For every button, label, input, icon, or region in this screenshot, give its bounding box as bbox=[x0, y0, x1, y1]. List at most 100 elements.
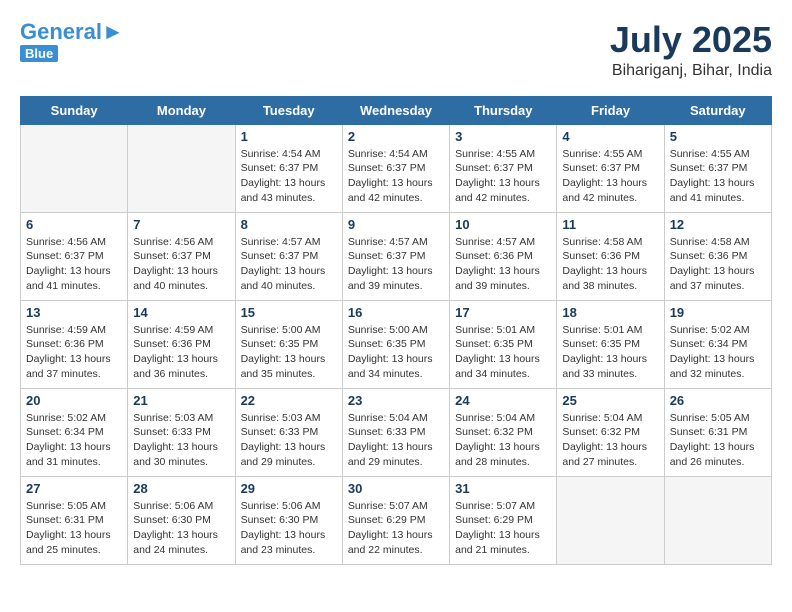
day-number: 7 bbox=[133, 217, 229, 232]
day-cell: 21 Sunrise: 5:03 AMSunset: 6:33 PMDayligh… bbox=[128, 388, 235, 476]
day-cell: 10 Sunrise: 4:57 AMSunset: 6:36 PMDayligh… bbox=[450, 212, 557, 300]
day-info: Sunrise: 5:07 AMSunset: 6:29 PMDaylight:… bbox=[455, 499, 551, 558]
col-header-tuesday: Tuesday bbox=[235, 96, 342, 124]
day-info: Sunrise: 5:05 AMSunset: 6:31 PMDaylight:… bbox=[26, 499, 122, 558]
logo-general: General bbox=[20, 19, 102, 44]
day-cell: 11 Sunrise: 4:58 AMSunset: 6:36 PMDayligh… bbox=[557, 212, 664, 300]
day-info: Sunrise: 4:56 AMSunset: 6:37 PMDaylight:… bbox=[133, 235, 229, 294]
day-info: Sunrise: 5:05 AMSunset: 6:31 PMDaylight:… bbox=[670, 411, 766, 470]
day-number: 30 bbox=[348, 481, 444, 496]
col-header-monday: Monday bbox=[128, 96, 235, 124]
day-cell bbox=[21, 124, 128, 212]
day-info: Sunrise: 5:04 AMSunset: 6:33 PMDaylight:… bbox=[348, 411, 444, 470]
day-number: 4 bbox=[562, 129, 658, 144]
day-number: 6 bbox=[26, 217, 122, 232]
day-number: 2 bbox=[348, 129, 444, 144]
day-number: 23 bbox=[348, 393, 444, 408]
day-number: 19 bbox=[670, 305, 766, 320]
day-cell: 25 Sunrise: 5:04 AMSunset: 6:32 PMDayligh… bbox=[557, 388, 664, 476]
day-cell: 24 Sunrise: 5:04 AMSunset: 6:32 PMDayligh… bbox=[450, 388, 557, 476]
day-cell: 29 Sunrise: 5:06 AMSunset: 6:30 PMDayligh… bbox=[235, 476, 342, 564]
day-info: Sunrise: 5:00 AMSunset: 6:35 PMDaylight:… bbox=[241, 323, 337, 382]
day-cell: 18Sunrise: 5:01 AMSunset: 6:35 PMDayligh… bbox=[557, 300, 664, 388]
day-info: Sunrise: 4:58 AMSunset: 6:36 PMDaylight:… bbox=[670, 235, 766, 294]
logo-blue-text: ► bbox=[102, 19, 124, 44]
col-header-sunday: Sunday bbox=[21, 96, 128, 124]
day-cell: 1Sunrise: 4:54 AMSunset: 6:37 PMDaylight… bbox=[235, 124, 342, 212]
logo: General► Blue bbox=[20, 20, 124, 62]
day-cell: 15 Sunrise: 5:00 AMSunset: 6:35 PMDayligh… bbox=[235, 300, 342, 388]
day-number: 8 bbox=[241, 217, 337, 232]
day-info: Sunrise: 5:03 AMSunset: 6:33 PMDaylight:… bbox=[133, 411, 229, 470]
day-cell: 30 Sunrise: 5:07 AMSunset: 6:29 PMDayligh… bbox=[342, 476, 449, 564]
day-cell: 2 Sunrise: 4:54 AMSunset: 6:37 PMDaylight… bbox=[342, 124, 449, 212]
day-cell: 26Sunrise: 5:05 AMSunset: 6:31 PMDayligh… bbox=[664, 388, 771, 476]
day-number: 17 bbox=[455, 305, 551, 320]
day-info: Sunrise: 5:04 AMSunset: 6:32 PMDaylight:… bbox=[455, 411, 551, 470]
col-header-thursday: Thursday bbox=[450, 96, 557, 124]
day-number: 12 bbox=[670, 217, 766, 232]
day-number: 10 bbox=[455, 217, 551, 232]
day-cell: 20Sunrise: 5:02 AMSunset: 6:34 PMDayligh… bbox=[21, 388, 128, 476]
day-cell: 8Sunrise: 4:57 AMSunset: 6:37 PMDaylight… bbox=[235, 212, 342, 300]
day-info: Sunrise: 4:55 AMSunset: 6:37 PMDaylight:… bbox=[455, 147, 551, 206]
day-cell: 13Sunrise: 4:59 AMSunset: 6:36 PMDayligh… bbox=[21, 300, 128, 388]
day-info: Sunrise: 5:00 AMSunset: 6:35 PMDaylight:… bbox=[348, 323, 444, 382]
day-cell: 16Sunrise: 5:00 AMSunset: 6:35 PMDayligh… bbox=[342, 300, 449, 388]
day-info: Sunrise: 5:01 AMSunset: 6:35 PMDaylight:… bbox=[455, 323, 551, 382]
day-cell: 3 Sunrise: 4:55 AMSunset: 6:37 PMDaylight… bbox=[450, 124, 557, 212]
day-info: Sunrise: 4:58 AMSunset: 6:36 PMDaylight:… bbox=[562, 235, 658, 294]
col-header-friday: Friday bbox=[557, 96, 664, 124]
day-number: 21 bbox=[133, 393, 229, 408]
week-row-1: 1Sunrise: 4:54 AMSunset: 6:37 PMDaylight… bbox=[21, 124, 772, 212]
day-info: Sunrise: 5:04 AMSunset: 6:32 PMDaylight:… bbox=[562, 411, 658, 470]
day-info: Sunrise: 4:59 AMSunset: 6:36 PMDaylight:… bbox=[133, 323, 229, 382]
day-number: 3 bbox=[455, 129, 551, 144]
day-info: Sunrise: 4:57 AMSunset: 6:36 PMDaylight:… bbox=[455, 235, 551, 294]
day-number: 13 bbox=[26, 305, 122, 320]
calendar-header-row: SundayMondayTuesdayWednesdayThursdayFrid… bbox=[21, 96, 772, 124]
day-number: 11 bbox=[562, 217, 658, 232]
day-cell: 28 Sunrise: 5:06 AMSunset: 6:30 PMDayligh… bbox=[128, 476, 235, 564]
day-info: Sunrise: 5:06 AMSunset: 6:30 PMDaylight:… bbox=[133, 499, 229, 558]
week-row-3: 13 Sunrise: 4:59 AMSunset: 6:36 PMDayligh… bbox=[21, 300, 772, 388]
day-cell bbox=[664, 476, 771, 564]
col-header-wednesday: Wednesday bbox=[342, 96, 449, 124]
day-info: Sunrise: 5:03 AMSunset: 6:33 PMDaylight:… bbox=[241, 411, 337, 470]
day-number: 14 bbox=[133, 305, 229, 320]
day-info: Sunrise: 5:07 AMSunset: 6:29 PMDaylight:… bbox=[348, 499, 444, 558]
day-info: Sunrise: 4:56 AMSunset: 6:37 PMDaylight:… bbox=[26, 235, 122, 294]
day-number: 9 bbox=[348, 217, 444, 232]
day-info: Sunrise: 5:06 AMSunset: 6:30 PMDaylight:… bbox=[241, 499, 337, 558]
day-cell bbox=[557, 476, 664, 564]
day-info: Sunrise: 4:55 AMSunset: 6:37 PMDaylight:… bbox=[670, 147, 766, 206]
location: Bihariganj, Bihar, India bbox=[610, 62, 772, 80]
day-number: 22 bbox=[241, 393, 337, 408]
day-number: 24 bbox=[455, 393, 551, 408]
day-cell: 4Sunrise: 4:55 AMSunset: 6:37 PMDaylight… bbox=[557, 124, 664, 212]
day-number: 28 bbox=[133, 481, 229, 496]
week-row-5: 27 Sunrise: 5:05 AMSunset: 6:31 PMDayligh… bbox=[21, 476, 772, 564]
week-row-4: 20Sunrise: 5:02 AMSunset: 6:34 PMDayligh… bbox=[21, 388, 772, 476]
logo-text: General► bbox=[20, 20, 124, 44]
day-cell: 9 Sunrise: 4:57 AMSunset: 6:37 PMDaylight… bbox=[342, 212, 449, 300]
day-info: Sunrise: 4:57 AMSunset: 6:37 PMDaylight:… bbox=[348, 235, 444, 294]
day-number: 25 bbox=[562, 393, 658, 408]
day-cell: 27 Sunrise: 5:05 AMSunset: 6:31 PMDayligh… bbox=[21, 476, 128, 564]
day-info: Sunrise: 4:54 AMSunset: 6:37 PMDaylight:… bbox=[241, 147, 337, 206]
month-year: July 2025 bbox=[610, 20, 772, 60]
day-cell: 14 Sunrise: 4:59 AMSunset: 6:36 PMDayligh… bbox=[128, 300, 235, 388]
day-number: 29 bbox=[241, 481, 337, 496]
day-number: 15 bbox=[241, 305, 337, 320]
day-cell: 17 Sunrise: 5:01 AMSunset: 6:35 PMDayligh… bbox=[450, 300, 557, 388]
page-header: General► Blue July 2025 Bihariganj, Biha… bbox=[20, 20, 772, 80]
day-cell: 31Sunrise: 5:07 AMSunset: 6:29 PMDayligh… bbox=[450, 476, 557, 564]
day-number: 27 bbox=[26, 481, 122, 496]
day-cell: 7 Sunrise: 4:56 AMSunset: 6:37 PMDaylight… bbox=[128, 212, 235, 300]
col-header-saturday: Saturday bbox=[664, 96, 771, 124]
day-info: Sunrise: 4:54 AMSunset: 6:37 PMDaylight:… bbox=[348, 147, 444, 206]
day-cell: 19Sunrise: 5:02 AMSunset: 6:34 PMDayligh… bbox=[664, 300, 771, 388]
day-cell: 12 Sunrise: 4:58 AMSunset: 6:36 PMDayligh… bbox=[664, 212, 771, 300]
day-cell bbox=[128, 124, 235, 212]
calendar-table: SundayMondayTuesdayWednesdayThursdayFrid… bbox=[20, 96, 772, 565]
